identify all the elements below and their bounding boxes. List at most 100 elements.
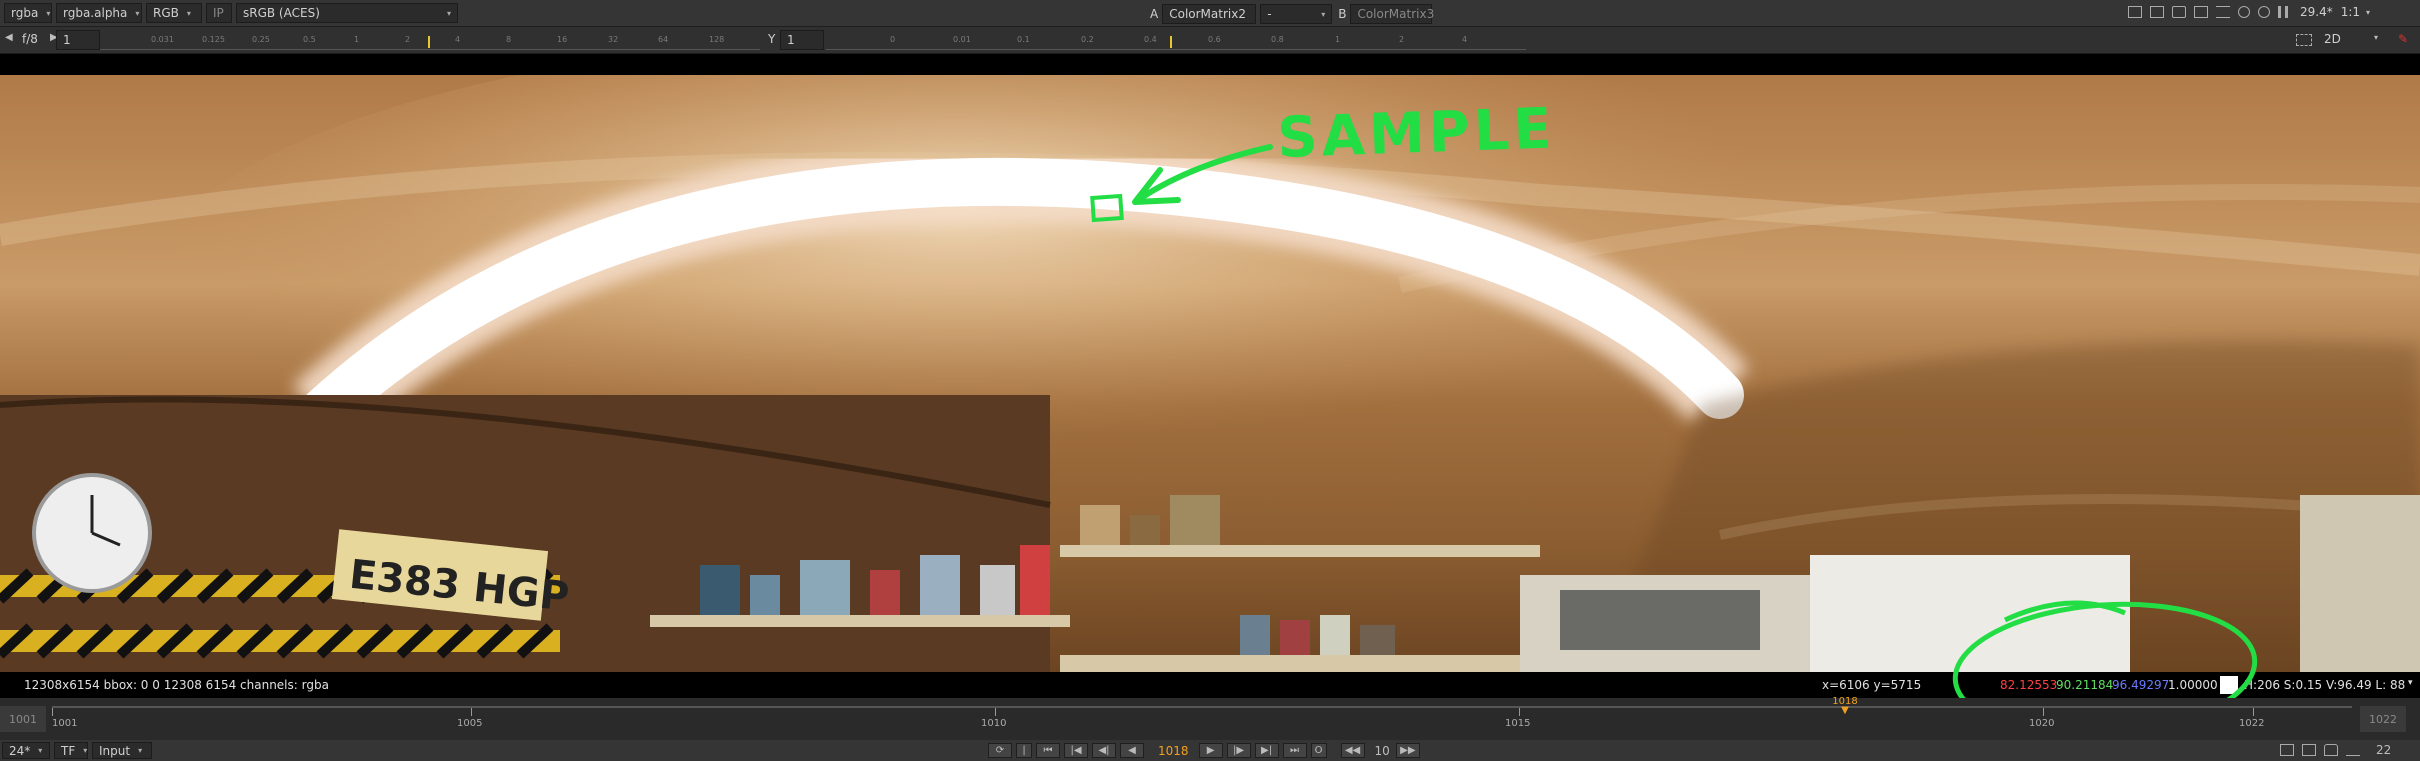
export-icon[interactable] bbox=[2346, 744, 2360, 756]
safe-area-icon[interactable] bbox=[2150, 6, 2164, 18]
chevron-down-icon[interactable]: ▾ bbox=[2366, 8, 2370, 17]
zoom-level[interactable]: 29.4* bbox=[2300, 5, 2333, 19]
gain-tick-label: 8 bbox=[506, 35, 512, 44]
gamma-value: 1 bbox=[787, 33, 795, 47]
range-dropdown[interactable]: Input ▾ bbox=[92, 742, 152, 759]
step-forward-button[interactable]: |▶ bbox=[1226, 743, 1251, 758]
lock-icon[interactable] bbox=[2324, 744, 2338, 756]
play-backward-button[interactable]: ◀ bbox=[1120, 743, 1144, 758]
wipe-icon[interactable] bbox=[2172, 6, 2186, 18]
skip-forward-button[interactable]: ▶▶ bbox=[1395, 743, 1420, 758]
frame-increment-field[interactable]: 10 bbox=[1375, 744, 1390, 758]
viewer-lut-dropdown[interactable]: sRGB (ACES) ▾ bbox=[236, 3, 458, 23]
gamma-tick-label: 1 bbox=[1335, 35, 1341, 44]
view-mode-dropdown[interactable]: 2D bbox=[2324, 32, 2341, 46]
current-frame-field[interactable]: 1018 bbox=[1158, 744, 1189, 758]
in-point-button[interactable]: | bbox=[1016, 743, 1032, 758]
viewer-image[interactable]: E383 HGP SAMPLE bbox=[0, 75, 2420, 672]
timecode-format-dropdown[interactable]: TF ▾ bbox=[54, 742, 88, 759]
chevron-down-icon[interactable]: ▾ bbox=[2374, 33, 2378, 42]
monitor-out-icon[interactable] bbox=[2280, 744, 2294, 756]
gain-tick-label: 4 bbox=[455, 35, 461, 44]
chevron-down-icon: ▾ bbox=[446, 8, 451, 18]
last-frame-button[interactable]: ⏭ bbox=[1282, 743, 1307, 758]
proxy-icon[interactable] bbox=[2302, 744, 2316, 756]
playhead[interactable]: 1018 ▼ bbox=[1832, 696, 1858, 716]
color-mode-dropdown[interactable]: RGB ▾ bbox=[146, 3, 202, 23]
lines-icon[interactable] bbox=[2216, 6, 2230, 18]
gain-input[interactable]: 1 bbox=[56, 30, 100, 50]
gamma-tick-label: 0.01 bbox=[953, 35, 971, 44]
gamma-slider[interactable]: 0 0.01 0.1 0.2 0.4 0.6 0.8 1 2 4 bbox=[826, 31, 1526, 50]
gain-tick-label: 64 bbox=[658, 35, 669, 44]
channels-dropdown[interactable]: rgba ▾ bbox=[4, 3, 52, 23]
gain-tick-label: 16 bbox=[557, 35, 568, 44]
gain-tick-label: 2 bbox=[405, 35, 411, 44]
fps-dropdown[interactable]: 24* ▾ bbox=[2, 742, 50, 759]
step-forward-icon: |▶ bbox=[1233, 745, 1245, 756]
timeline-start-field[interactable]: 1001 bbox=[0, 706, 46, 732]
roi-icon[interactable] bbox=[2128, 6, 2142, 18]
next-keyframe-button[interactable]: ▶| bbox=[1254, 743, 1279, 758]
play-backward-icon: ◀ bbox=[1128, 745, 1136, 756]
step-back-button[interactable]: ◀| bbox=[1092, 743, 1116, 758]
drawer-unit bbox=[2300, 495, 2420, 672]
out-point-button[interactable]: O bbox=[1310, 743, 1327, 758]
gain-slider[interactable]: 0.031 0.125 0.25 0.5 1 2 4 8 16 32 64 128 bbox=[100, 31, 760, 50]
gain-tick-label: 128 bbox=[709, 35, 725, 44]
pause-icon[interactable] bbox=[2278, 6, 2288, 18]
roi-select-icon[interactable] bbox=[2296, 34, 2312, 46]
timeline-tick bbox=[52, 708, 53, 716]
pixel-ratio[interactable]: 1:1 bbox=[2341, 5, 2360, 19]
pen-icon[interactable]: ✎ bbox=[2398, 32, 2408, 46]
gear-icon[interactable] bbox=[2258, 6, 2270, 18]
chevron-down-icon[interactable]: ▾ bbox=[2408, 678, 2413, 688]
skip-back-button[interactable]: ◀◀ bbox=[1340, 743, 1365, 758]
input-b-dropdown[interactable]: ColorMatrix3 bbox=[1350, 4, 1434, 24]
chevron-down-icon: ▾ bbox=[38, 746, 43, 755]
timeline-end-field[interactable]: 1022 bbox=[2360, 706, 2406, 732]
chevron-down-icon: ▾ bbox=[46, 8, 51, 18]
timeline-track[interactable]: 1001 1005 1010 1015 1020 1022 1018 ▼ bbox=[52, 696, 2352, 734]
alpha-channel-dropdown[interactable]: rgba.alpha ▾ bbox=[56, 3, 142, 23]
shelf bbox=[1060, 545, 1540, 557]
gamma-tick-label: 2 bbox=[1399, 35, 1405, 44]
refresh-icon[interactable] bbox=[2238, 6, 2250, 18]
chevron-left-icon[interactable]: ◀ bbox=[5, 32, 13, 43]
gamma-label: Y bbox=[768, 32, 776, 46]
first-frame-button[interactable]: ⏮ bbox=[1036, 743, 1060, 758]
step-back-icon: ◀| bbox=[1098, 745, 1110, 756]
play-forward-button[interactable]: ▶ bbox=[1198, 743, 1223, 758]
input-a-dropdown[interactable]: ColorMatrix2 bbox=[1162, 4, 1257, 24]
previous-keyframe-button[interactable]: |◀ bbox=[1064, 743, 1088, 758]
end-frame-field[interactable]: 22 bbox=[2376, 743, 2391, 757]
timeline-label: 1010 bbox=[981, 718, 1007, 729]
timeline-label: 1001 bbox=[52, 718, 78, 729]
viewer-panel[interactable]: E383 HGP SAMPLE bbox=[0, 54, 2420, 672]
blend-mode-dropdown[interactable]: - ▾ bbox=[1260, 4, 1333, 24]
fstop-label[interactable]: f/8 bbox=[22, 32, 38, 46]
playhead-triangle-icon: ▼ bbox=[1841, 705, 1849, 716]
viewer-lut-value: sRGB (ACES) bbox=[243, 6, 320, 20]
chevron-down-icon: ▾ bbox=[138, 746, 143, 755]
timeline-start-value: 1001 bbox=[9, 712, 37, 726]
timeline-label: 1015 bbox=[1505, 718, 1531, 729]
gamma-tick-label: 0.6 bbox=[1208, 35, 1221, 44]
gamma-input[interactable]: 1 bbox=[780, 30, 824, 50]
first-frame-icon: ⏮ bbox=[1043, 745, 1053, 756]
ip-button[interactable]: IP bbox=[206, 3, 232, 23]
gamma-tick-label: 0.1 bbox=[1017, 35, 1030, 44]
chevron-down-icon: ▾ bbox=[186, 8, 191, 18]
timeline-end-value: 1022 bbox=[2369, 712, 2397, 726]
cursor-coordinates: x=6106 y=5715 bbox=[1822, 678, 1922, 692]
gain-slider-ticks: 0.031 0.125 0.25 0.5 1 2 4 8 16 32 64 128 bbox=[100, 35, 760, 47]
gamma-slider-ticks: 0 0.01 0.1 0.2 0.4 0.6 0.8 1 2 4 bbox=[826, 35, 1526, 47]
gamma-tick-label: 0.8 bbox=[1271, 35, 1284, 44]
gamma-tick-label: 0 bbox=[890, 35, 896, 44]
overlay-icon[interactable] bbox=[2194, 6, 2208, 18]
timeline[interactable]: 1001 1001 1005 1010 1015 1020 1022 1018 … bbox=[0, 696, 2420, 740]
loop-mode-button[interactable]: ⟳ bbox=[988, 743, 1012, 758]
alpha-channel-value: rgba.alpha bbox=[63, 6, 128, 20]
gamma-tick-label: 4 bbox=[1462, 35, 1468, 44]
color-mode-value: RGB bbox=[153, 6, 179, 20]
